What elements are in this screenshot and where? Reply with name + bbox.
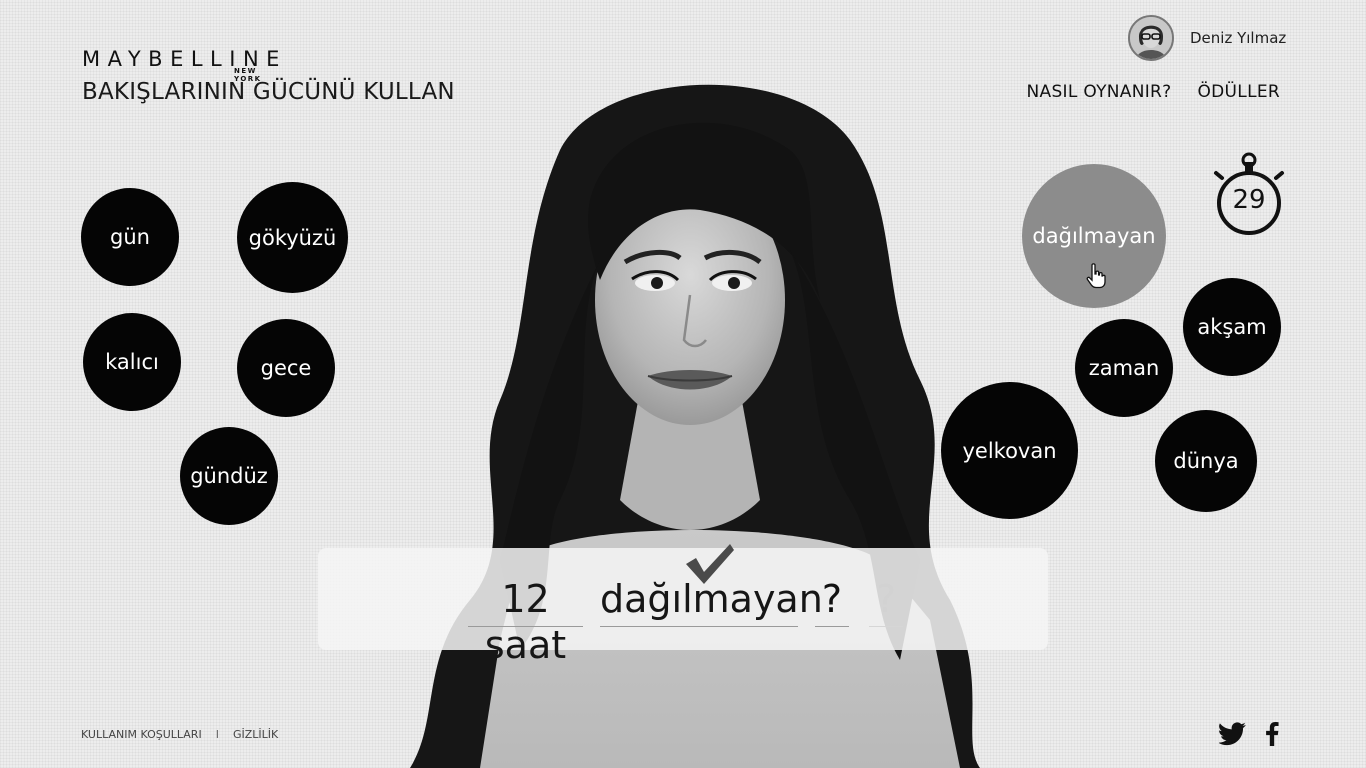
answer-panel: 12 saat dağılmayan ? ? xyxy=(318,544,1048,667)
social-links xyxy=(1219,722,1279,746)
word-bubble-aksam[interactable]: akşam xyxy=(1183,278,1281,376)
top-nav: NASIL OYNANIR? ÖDÜLLER xyxy=(1027,82,1281,102)
word-bubble-gokyuzu[interactable]: gökyüzü xyxy=(237,182,348,293)
timer-seconds: 29 xyxy=(1232,185,1266,215)
word-bubble-yelkovan[interactable]: yelkovan xyxy=(941,382,1078,519)
footer-links: KULLANIM KOŞULLARI I GİZLİLİK xyxy=(81,728,278,741)
word-bubble-gun[interactable]: gün xyxy=(81,188,179,286)
user-name: Deniz Yılmaz xyxy=(1190,29,1287,47)
campaign-tagline: BAKIŞLARININ GÜCÜNÜ KULLAN xyxy=(82,79,455,105)
word-bubble-kalici[interactable]: kalıcı xyxy=(83,313,181,411)
answer-slot-4[interactable]: ? xyxy=(869,576,903,627)
answer-slot-3[interactable]: ? xyxy=(815,576,849,627)
word-bubble-zaman[interactable]: zaman xyxy=(1075,319,1173,417)
footer-separator: I xyxy=(215,728,219,741)
terms-link[interactable]: KULLANIM KOŞULLARI xyxy=(81,728,202,741)
brand-logo[interactable]: MAYBELLINE NEW YORK xyxy=(82,48,287,83)
word-bubble-gece[interactable]: gece xyxy=(237,319,335,417)
answer-slot-1: 12 saat xyxy=(468,576,583,667)
user-profile[interactable]: Deniz Yılmaz xyxy=(1128,15,1286,61)
nav-how-to-play[interactable]: NASIL OYNANIR? xyxy=(1027,82,1172,102)
nav-rewards[interactable]: ÖDÜLLER xyxy=(1197,82,1280,102)
avatar[interactable] xyxy=(1128,15,1174,61)
avatar-image xyxy=(1130,17,1172,59)
countdown-timer: 29 xyxy=(1212,152,1288,238)
hand-cursor-icon xyxy=(1086,263,1106,289)
privacy-link[interactable]: GİZLİLİK xyxy=(233,728,278,741)
twitter-icon[interactable] xyxy=(1219,722,1247,746)
facebook-icon[interactable] xyxy=(1265,722,1279,746)
word-bubble-dunya[interactable]: dünya xyxy=(1155,410,1257,512)
answer-slot-2: dağılmayan xyxy=(600,576,823,627)
word-bubble-gunduz[interactable]: gündüz xyxy=(180,427,278,525)
